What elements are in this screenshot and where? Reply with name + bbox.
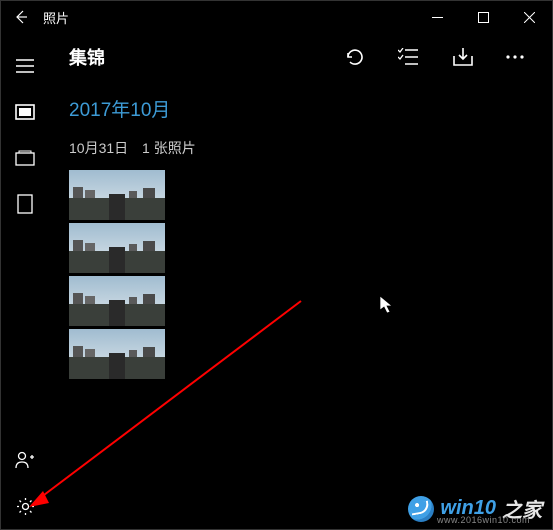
album-icon bbox=[15, 150, 35, 166]
photo-thumbnail[interactable] bbox=[69, 276, 165, 326]
sidebar-item-people[interactable] bbox=[1, 437, 49, 483]
menu-button[interactable] bbox=[1, 43, 49, 89]
gear-icon bbox=[16, 497, 35, 516]
minimize-button[interactable] bbox=[414, 1, 460, 33]
hamburger-icon bbox=[16, 59, 34, 73]
collection-icon bbox=[15, 104, 35, 120]
photo-thumbnail[interactable] bbox=[69, 223, 165, 273]
sidebar bbox=[1, 33, 49, 529]
titlebar: 照片 bbox=[1, 1, 552, 33]
day-date: 10月31日 bbox=[69, 140, 128, 156]
maximize-button[interactable] bbox=[460, 1, 506, 33]
minimize-icon bbox=[432, 12, 443, 23]
watermark-url: www.2016win10.com bbox=[437, 515, 530, 525]
main-header: 集锦 bbox=[49, 33, 552, 81]
close-icon bbox=[524, 12, 535, 23]
photo-thumbnail[interactable] bbox=[69, 170, 165, 220]
photo-thumbnail[interactable] bbox=[69, 329, 165, 379]
more-icon bbox=[506, 55, 524, 59]
photo-grid bbox=[49, 166, 552, 383]
import-button[interactable] bbox=[452, 46, 474, 68]
maximize-icon bbox=[478, 12, 489, 23]
photo-count: 1 张照片 bbox=[142, 140, 196, 156]
select-button[interactable] bbox=[398, 46, 420, 68]
sidebar-item-collection[interactable] bbox=[1, 89, 49, 135]
close-button[interactable] bbox=[506, 1, 552, 33]
month-header[interactable]: 2017年10月 bbox=[49, 81, 552, 128]
sidebar-item-album[interactable] bbox=[1, 135, 49, 181]
person-add-icon bbox=[15, 451, 35, 469]
refresh-icon bbox=[344, 46, 366, 68]
more-button[interactable] bbox=[506, 46, 524, 68]
main-content: 集锦 2017年10月 10月31日 1 张照片 bbox=[49, 33, 552, 529]
app-title: 照片 bbox=[43, 8, 69, 27]
select-icon bbox=[398, 48, 420, 66]
watermark: win10之家 www.2016win10.com bbox=[408, 494, 542, 523]
sidebar-item-folder[interactable] bbox=[1, 181, 49, 227]
watermark-logo-icon bbox=[408, 496, 434, 522]
day-header: 10月31日 1 张照片 bbox=[49, 128, 552, 166]
back-button[interactable] bbox=[11, 9, 31, 25]
page-title: 集锦 bbox=[69, 44, 105, 70]
settings-button[interactable] bbox=[1, 483, 49, 529]
back-arrow-icon bbox=[13, 9, 29, 25]
import-icon bbox=[452, 47, 474, 67]
folder-icon bbox=[17, 194, 33, 214]
refresh-button[interactable] bbox=[344, 46, 366, 68]
